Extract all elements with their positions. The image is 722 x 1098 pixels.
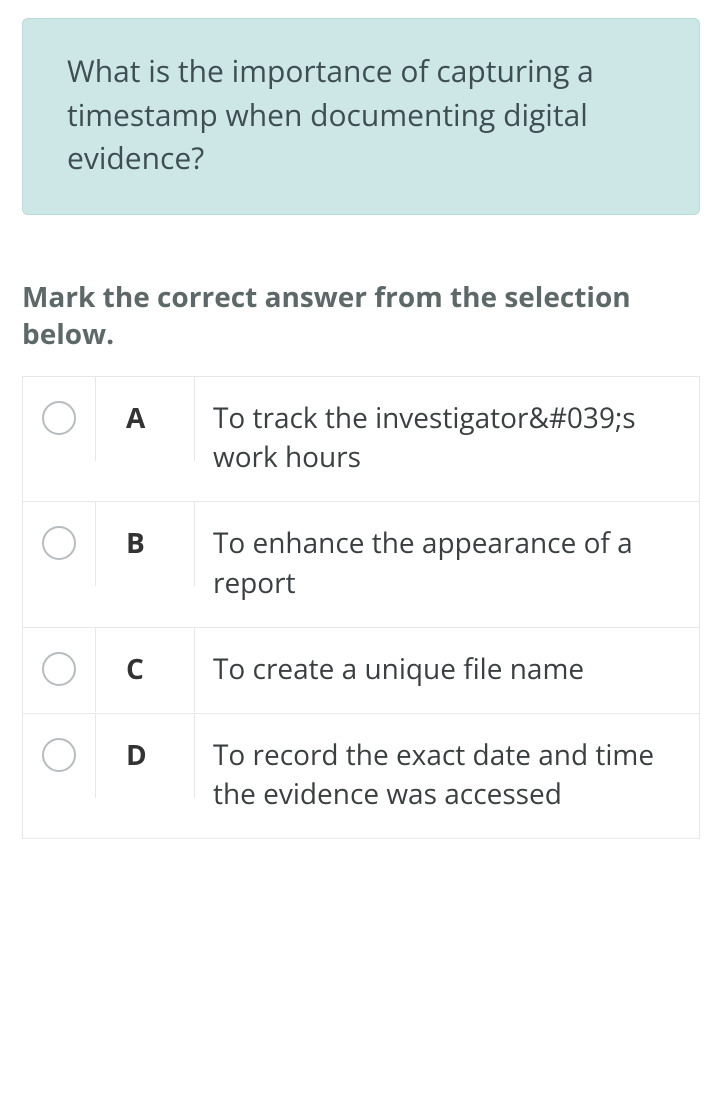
radio-cell <box>23 628 95 710</box>
answer-letter: A <box>95 377 195 461</box>
radio-button-c[interactable] <box>42 652 76 686</box>
question-text: What is the importance of capturing a ti… <box>67 49 655 180</box>
radio-cell <box>23 377 95 459</box>
answer-row-a[interactable]: A To track the investigator&#039;s work … <box>23 376 699 501</box>
answer-row-c[interactable]: C To create a unique file name <box>23 627 699 713</box>
answer-row-d[interactable]: D To record the exact date and time the … <box>23 713 699 838</box>
radio-button-a[interactable] <box>42 401 76 435</box>
answer-text: To record the exact date and time the ev… <box>195 714 699 838</box>
answer-letter: C <box>95 628 195 712</box>
answer-text: To create a unique file name <box>195 628 699 713</box>
answer-row-b[interactable]: B To enhance the appearance of a report <box>23 501 699 626</box>
answer-letter: D <box>95 714 195 798</box>
answer-text: To track the investigator&#039;s work ho… <box>195 377 699 501</box>
answer-text: To enhance the appearance of a report <box>195 502 699 626</box>
instruction-text: Mark the correct answer from the selecti… <box>22 279 700 355</box>
radio-button-b[interactable] <box>42 526 76 560</box>
answer-letter: B <box>95 502 195 586</box>
answers-table: A To track the investigator&#039;s work … <box>22 376 700 839</box>
radio-button-d[interactable] <box>42 738 76 772</box>
quiz-page: What is the importance of capturing a ti… <box>0 0 722 1098</box>
question-box: What is the importance of capturing a ti… <box>22 18 700 215</box>
radio-cell <box>23 714 95 796</box>
radio-cell <box>23 502 95 584</box>
